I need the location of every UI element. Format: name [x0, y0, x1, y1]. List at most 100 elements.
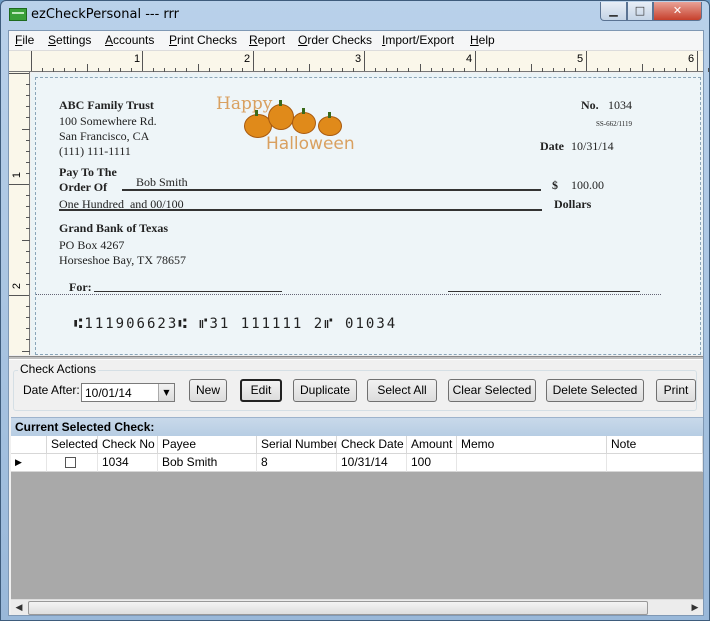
- check-date-cell[interactable]: 10/31/14: [337, 454, 407, 472]
- row-select-checkbox[interactable]: [65, 457, 76, 468]
- pumpkin-icon: [268, 100, 294, 130]
- ruler-tick: [452, 68, 454, 72]
- horizontal-scrollbar[interactable]: ◀ ▶: [11, 599, 703, 615]
- ruler-tick: [708, 68, 710, 72]
- serial-number-cell[interactable]: 8: [257, 454, 337, 472]
- ruler-tick: [364, 51, 365, 71]
- ruler-tick: [186, 68, 188, 72]
- menu-report[interactable]: Report: [249, 33, 285, 47]
- column-header-memo[interactable]: Memo: [457, 436, 607, 454]
- ruler-number: 1: [11, 171, 24, 179]
- ruler-tick: [341, 68, 343, 72]
- row-indicator-icon[interactable]: ▶: [11, 454, 47, 472]
- new-button[interactable]: New: [189, 379, 227, 402]
- ruler-tick: [241, 68, 243, 72]
- ruler-tick: [419, 64, 421, 72]
- minimize-button[interactable]: ▁: [600, 2, 627, 21]
- ruler-tick: [26, 217, 30, 219]
- ruler-tick: [352, 68, 354, 72]
- ruler-tick: [130, 68, 132, 72]
- note-cell[interactable]: [607, 454, 703, 472]
- ruler-tick: [119, 68, 121, 72]
- scroll-left-icon[interactable]: ◀: [11, 600, 27, 616]
- select-all-button[interactable]: Select All: [367, 379, 437, 402]
- print-button[interactable]: Print: [656, 379, 696, 402]
- close-button[interactable]: ✕: [653, 2, 702, 21]
- scroll-right-icon[interactable]: ▶: [687, 600, 703, 616]
- signature-line: [448, 291, 640, 292]
- chevron-down-icon[interactable]: ▼: [158, 384, 174, 401]
- logo-text-halloween: Halloween: [266, 134, 355, 154]
- ruler-tick: [26, 106, 30, 108]
- amount-cell[interactable]: 100: [407, 454, 457, 472]
- ruler-number: 4: [466, 53, 473, 65]
- ruler-tick: [26, 283, 30, 285]
- splitter[interactable]: [9, 356, 703, 360]
- column-header-payee[interactable]: Payee: [158, 436, 257, 454]
- ruler-tick: [519, 68, 521, 72]
- memo-cell[interactable]: [457, 454, 607, 472]
- clear-selected-button[interactable]: Clear Selected: [448, 379, 536, 402]
- ruler-tick: [108, 68, 110, 72]
- ruler-tick: [42, 68, 44, 72]
- menu-order-checks[interactable]: Order Checks: [298, 33, 372, 47]
- edit-button[interactable]: Edit: [240, 379, 282, 402]
- duplicate-button[interactable]: Duplicate: [293, 379, 357, 402]
- title-bar[interactable]: ezCheckPersonal --- rrr ▁ □ ✕: [1, 1, 709, 29]
- delete-selected-button[interactable]: Delete Selected: [546, 379, 644, 402]
- client-area: File Settings Accounts Print Checks Repo…: [8, 30, 710, 616]
- horizontal-ruler: 1 2 3 4 5 6: [9, 51, 710, 72]
- column-header-note[interactable]: Note: [607, 436, 703, 454]
- ruler-number: 1: [134, 53, 141, 65]
- scroll-thumb[interactable]: [28, 601, 648, 615]
- check-no-label: No.: [581, 98, 599, 112]
- menu-file[interactable]: File: [15, 33, 34, 47]
- date-after-value: 10/01/14: [85, 386, 132, 400]
- menu-settings[interactable]: Settings: [48, 33, 91, 47]
- column-header-check-date[interactable]: Check Date: [337, 436, 407, 454]
- row-header-corner: [11, 436, 47, 454]
- ruler-tick: [308, 64, 310, 72]
- selected-cell[interactable]: [47, 454, 98, 472]
- ruler-number: 3: [355, 53, 362, 65]
- dollars-label: Dollars: [554, 197, 592, 211]
- ruler-tick: [26, 139, 30, 141]
- ruler-tick: [22, 239, 30, 241]
- payee-name: Bob Smith: [136, 175, 188, 189]
- ruler-tick: [319, 68, 321, 72]
- payee-cell[interactable]: Bob Smith: [158, 454, 257, 472]
- ruler-tick: [530, 64, 532, 72]
- check-no-cell[interactable]: 1034: [98, 454, 158, 472]
- ruler-tick: [26, 195, 30, 197]
- checks-grid: Selected Check No Payee Serial Number Ch…: [11, 436, 703, 599]
- ruler-tick: [26, 339, 30, 341]
- menu-help[interactable]: Help: [470, 33, 495, 47]
- column-header-check-no[interactable]: Check No: [98, 436, 158, 454]
- ruler-tick: [97, 68, 99, 72]
- ruler-tick: [175, 68, 177, 72]
- ruler-tick: [608, 68, 610, 72]
- menu-import-export[interactable]: Import/Export: [382, 33, 454, 47]
- date-after-select[interactable]: 10/01/14 ▼: [81, 383, 175, 402]
- column-header-amount[interactable]: Amount: [407, 436, 457, 454]
- ruler-tick: [408, 68, 410, 72]
- menu-print-checks[interactable]: Print Checks: [169, 33, 237, 47]
- ruler-tick: [26, 95, 30, 97]
- check-amount: 100.00: [571, 178, 604, 192]
- app-icon: [9, 8, 27, 21]
- ruler-number: 5: [577, 53, 584, 65]
- maximize-button[interactable]: □: [627, 2, 653, 21]
- ruler-tick: [64, 68, 66, 72]
- column-header-serial-number[interactable]: Serial Number: [257, 436, 337, 454]
- ruler-tick: [53, 68, 55, 72]
- ruler-tick: [208, 68, 210, 72]
- ruler-tick: [297, 68, 299, 72]
- payer-address2: San Francisco, CA: [59, 129, 150, 143]
- column-header-selected[interactable]: Selected: [47, 436, 98, 454]
- ruler-tick: [552, 68, 554, 72]
- ruler-tick: [219, 68, 221, 72]
- perforation-line: [36, 294, 661, 295]
- menu-accounts[interactable]: Accounts: [105, 33, 154, 47]
- ruler-tick: [26, 317, 30, 319]
- ruler-number: 6: [688, 53, 695, 65]
